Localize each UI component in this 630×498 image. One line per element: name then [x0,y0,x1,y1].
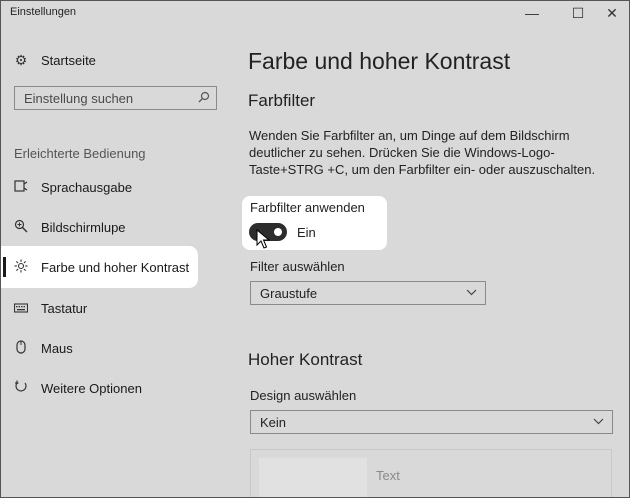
color-filter-description: Wenden Sie Farbfilter an, um Dinge auf d… [249,128,596,177]
sidebar: ⚙ Startseite Einstellung suchen Erleicht… [1,25,226,497]
search-placeholder: Einstellung suchen [24,90,134,106]
brightness-icon [1,259,41,276]
keyboard-icon [1,300,41,316]
sidebar-item-magnifier[interactable]: Bildschirmlupe [1,207,226,247]
sidebar-item-label: Tastatur [41,300,88,316]
sidebar-item-home[interactable]: ⚙ Startseite [1,40,226,80]
mouse-icon [1,339,41,357]
page-title: Farbe und hoher Kontrast [248,48,511,74]
sidebar-item-label: Startseite [41,52,96,68]
sidebar-item-label: Bildschirmlupe [41,219,126,235]
window-title: Einstellungen [10,6,77,18]
chevron-down-icon [593,416,604,428]
gear-icon: ⚙ [14,51,28,68]
settings-window: Einstellungen — ☐ ✕ ⚙ Startseite Einstel… [0,0,630,498]
sidebar-item-label: Maus [41,340,73,356]
theme-preview-swatch [259,458,367,497]
design-select-value: Kein [260,414,287,430]
high-contrast-heading: Hoher Kontrast [248,350,363,369]
chevron-down-icon [466,287,477,299]
search-input[interactable]: Einstellung suchen [14,86,217,110]
filter-select[interactable]: Graustufe [250,281,486,305]
sidebar-item-label: Farbe und hoher Kontrast [41,259,190,275]
toggle-state-text: Ein [297,225,316,240]
close-button[interactable]: ✕ [589,1,629,25]
more-options-icon [1,380,41,397]
narrator-icon [1,179,41,196]
design-select[interactable]: Kein [250,410,613,434]
sidebar-item-color-contrast[interactable]: Farbe und hoher Kontrast [1,247,197,287]
theme-preview-text: Text [376,468,400,483]
mouse-cursor-icon [256,229,270,249]
sidebar-item-more-options[interactable]: Weitere Optionen [1,368,226,408]
minimize-button[interactable]: — [509,1,555,25]
sidebar-item-mouse[interactable]: Maus [1,328,226,368]
search-icon[interactable] [198,91,210,106]
sidebar-item-keyboard[interactable]: Tastatur [1,288,226,328]
section-heading: Erleichterte Bedienung [14,146,146,161]
design-select-label: Design auswählen [250,388,357,403]
color-filter-heading: Farbfilter [248,91,316,110]
sidebar-item-narrator[interactable]: Sprachausgabe [1,167,226,207]
sidebar-item-label: Weitere Optionen [41,380,142,396]
toggle-knob [274,228,282,236]
main-content: Farbe und hoher Kontrast Farbfilter Wend… [226,25,629,497]
filter-select-value: Graustufe [260,285,318,301]
filter-select-label: Filter auswählen [250,259,345,274]
magnifier-icon [1,219,41,236]
title-bar: Einstellungen — ☐ ✕ [1,1,629,25]
color-filter-toggle-label: Farbfilter anwenden [250,200,365,215]
active-indicator [3,257,6,277]
sidebar-item-label: Sprachausgabe [41,179,133,195]
